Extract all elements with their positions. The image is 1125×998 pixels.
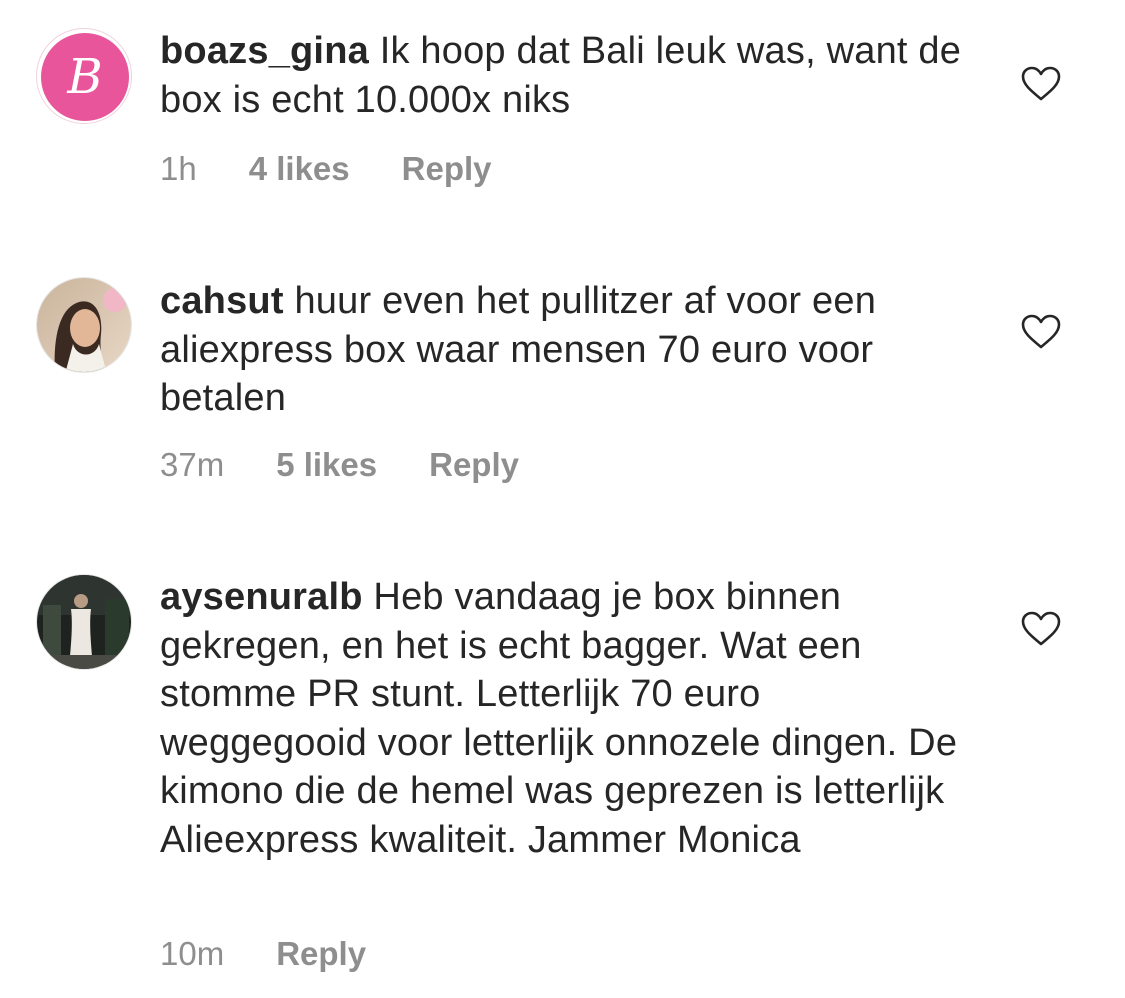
comment-text: boazs_gina Ik hoop dat Bali leuk was, wa…: [160, 27, 980, 124]
comment-text: cahsut huur even het pullitzer af voor e…: [160, 277, 980, 423]
reply-button[interactable]: Reply: [402, 150, 492, 188]
username[interactable]: aysenuralb: [160, 576, 363, 618]
profile-photo-avatar-icon: [37, 575, 131, 669]
pink-b-logo-avatar-icon: B: [37, 29, 131, 123]
reply-button[interactable]: Reply: [276, 935, 366, 973]
avatar-letter: B: [66, 49, 102, 105]
timestamp: 10m: [160, 935, 225, 972]
timestamp: 1h: [160, 150, 197, 187]
likes-count[interactable]: 5 likes: [276, 446, 377, 484]
comment-meta: 10m Reply: [160, 935, 366, 973]
comment-meta: 1h 4 likes Reply: [160, 150, 492, 188]
avatar[interactable]: B: [36, 28, 132, 124]
heart-outline-icon[interactable]: [1021, 611, 1061, 647]
avatar[interactable]: [36, 277, 132, 373]
timestamp: 37m: [160, 446, 225, 483]
comment-message: Heb vandaag je box binnen gekregen, en h…: [160, 576, 958, 861]
comment-text: aysenuralb Heb vandaag je box binnen gek…: [160, 573, 965, 864]
username[interactable]: cahsut: [160, 280, 284, 322]
likes-count[interactable]: 4 likes: [249, 150, 350, 188]
heart-outline-icon[interactable]: [1021, 314, 1061, 350]
heart-outline-icon[interactable]: [1021, 66, 1061, 102]
reply-button[interactable]: Reply: [429, 446, 519, 484]
profile-photo-avatar-icon: [37, 278, 131, 372]
avatar[interactable]: [36, 574, 132, 670]
comment-meta: 37m 5 likes Reply: [160, 446, 519, 484]
username[interactable]: boazs_gina: [160, 30, 369, 72]
